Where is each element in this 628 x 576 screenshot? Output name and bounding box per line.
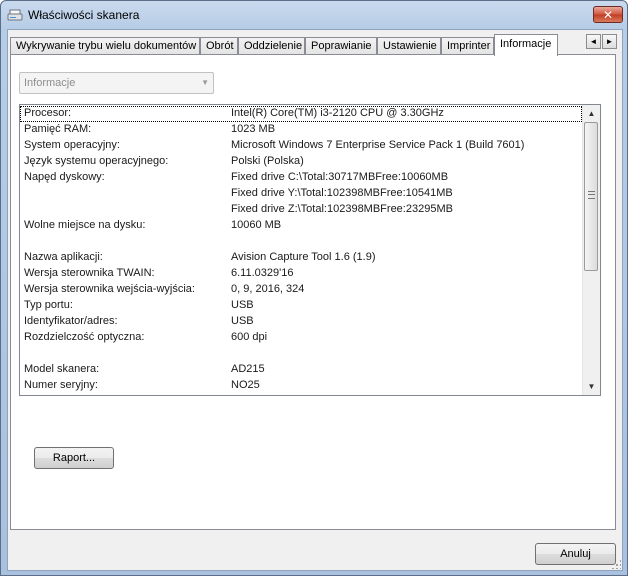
list-item[interactable]: Typ portu: USB xyxy=(20,298,582,314)
info-label: Wolne miejsce na dysku: xyxy=(24,219,146,231)
list-item[interactable]: Rozdzielczość optyczna: 600 dpi xyxy=(20,330,582,346)
tab-separation[interactable]: Oddzielenie xyxy=(238,37,305,55)
scanner-icon xyxy=(7,9,23,21)
information-category-select[interactable]: Informacje ▼ xyxy=(19,72,214,94)
dialog-client-area: Wykrywanie trybu wielu dokumentów Obrót … xyxy=(7,29,623,571)
tab-settings[interactable]: Ustawienie xyxy=(377,37,441,55)
close-button[interactable]: ✕ xyxy=(593,6,623,23)
info-label: Numer seryjny: xyxy=(24,379,98,391)
tab-rotation[interactable]: Obrót xyxy=(200,37,238,55)
list-item[interactable]: Procesor: Intel(R) Core(TM) i3-2120 CPU @… xyxy=(20,106,582,122)
info-label: Wersja sterownika wejścia-wyjścia: xyxy=(24,283,195,295)
list-item[interactable]: Model skanera: AD215 xyxy=(20,362,582,378)
info-value: 1023 MB xyxy=(231,123,276,135)
info-value: Polski (Polska) xyxy=(231,155,304,167)
select-value: Informacje xyxy=(24,77,76,89)
scroll-up-arrow-icon[interactable]: ▲ xyxy=(583,105,600,122)
info-label: Nazwa aplikacji: xyxy=(24,251,103,263)
info-value: Microsoft Windows 7 Enterprise Service P… xyxy=(231,139,525,151)
window-title: Właściwości skanera xyxy=(28,8,140,22)
chevron-down-icon: ▼ xyxy=(201,78,209,87)
tab-imprinter[interactable]: Imprinter xyxy=(441,37,494,55)
list-item[interactable]: Język systemu operacyjnego: Polski (Polsk… xyxy=(20,154,582,170)
info-label: Procesor: xyxy=(24,107,72,119)
info-label: Rozdzielczość optyczna: xyxy=(24,331,145,343)
scanner-properties-window: Właściwości skanera ✕ Wykrywanie trybu w… xyxy=(0,0,628,576)
info-value: AD215 xyxy=(231,363,265,375)
tab-information[interactable]: Informacje xyxy=(494,34,558,56)
information-tab-panel: Informacje ▼ Procesor: Intel(R) Core(TM) … xyxy=(10,54,616,530)
info-rows: Procesor: Intel(R) Core(TM) i3-2120 CPU @… xyxy=(20,106,582,394)
vertical-scrollbar[interactable]: ▲ ▼ xyxy=(582,105,600,395)
info-value: 600 dpi xyxy=(231,331,268,343)
list-item[interactable]: Wersja sterownika wejścia-wyjścia: 0, 9, … xyxy=(20,282,582,298)
list-item[interactable]: Identyfikator/adres: USB xyxy=(20,314,582,330)
info-value: Fixed drive C:\Total:30717MBFree:10060MB xyxy=(231,171,449,183)
list-item[interactable]: Numer seryjny: NO25 xyxy=(20,378,582,394)
list-item[interactable]: Pamięć RAM: 1023 MB xyxy=(20,122,582,138)
info-label: Napęd dyskowy: xyxy=(24,171,105,183)
scroll-down-arrow-icon[interactable]: ▼ xyxy=(583,378,600,395)
scroll-thumb[interactable] xyxy=(584,122,598,271)
system-info-list[interactable]: Procesor: Intel(R) Core(TM) i3-2120 CPU @… xyxy=(19,104,601,396)
info-value: 6.11.0329'16 xyxy=(231,267,294,279)
title-bar[interactable]: Właściwości skanera ✕ xyxy=(1,1,627,29)
list-item[interactable]: Wersja sterownika TWAIN: 6.11.0329'16 xyxy=(20,266,582,282)
list-item[interactable]: Nazwa aplikacji: Avision Capture Tool 1.6… xyxy=(20,250,582,266)
info-label: Wersja sterownika TWAIN: xyxy=(24,267,155,279)
list-item[interactable]: Wolne miejsce na dysku: 10060 MB xyxy=(20,218,582,234)
info-label: Model skanera: xyxy=(24,363,100,375)
info-label: Identyfikator/adres: xyxy=(24,315,118,327)
info-value: 10060 MB xyxy=(231,219,282,231)
tab-enhancement[interactable]: Poprawianie xyxy=(305,37,377,55)
list-item[interactable]: System operacyjny: Microsoft Windows 7 En… xyxy=(20,138,582,154)
list-item[interactable]: Napęd dyskowy: Fixed drive C:\Total:30717… xyxy=(20,170,582,186)
list-item[interactable]: Fixed drive Y:\Total:102398MBFree:10541M… xyxy=(20,186,582,202)
list-item[interactable] xyxy=(20,346,582,362)
info-value: Fixed drive Y:\Total:102398MBFree:10541M… xyxy=(231,187,453,199)
cancel-button[interactable]: Anuluj xyxy=(535,543,616,565)
tab-scroll-left-button[interactable]: ◄ xyxy=(586,34,601,49)
info-value: Intel(R) Core(TM) i3-2120 CPU @ 3.30GHz xyxy=(231,107,444,119)
info-label: Pamięć RAM: xyxy=(24,123,92,135)
info-value: 0, 9, 2016, 324 xyxy=(231,283,305,295)
tab-strip: Wykrywanie trybu wielu dokumentów Obrót … xyxy=(10,34,590,56)
tab-scroll-right-button[interactable]: ► xyxy=(602,34,617,49)
info-value: Avision Capture Tool 1.6 (1.9) xyxy=(231,251,376,263)
grip-icon xyxy=(588,191,595,199)
list-item[interactable]: Fixed drive Z:\Total:102398MBFree:23295M… xyxy=(20,202,582,218)
list-item[interactable] xyxy=(20,234,582,250)
info-value: USB xyxy=(231,315,254,327)
tab-multifeed-detection[interactable]: Wykrywanie trybu wielu dokumentów xyxy=(10,37,200,55)
info-label: Język systemu operacyjnego: xyxy=(24,155,169,167)
report-button[interactable]: Raport... xyxy=(34,447,114,469)
info-value: NO25 xyxy=(231,379,260,391)
info-label: System operacyjny: xyxy=(24,139,120,151)
info-value: Fixed drive Z:\Total:102398MBFree:23295M… xyxy=(231,203,453,215)
info-label: Typ portu: xyxy=(24,299,73,311)
info-value: USB xyxy=(231,299,254,311)
